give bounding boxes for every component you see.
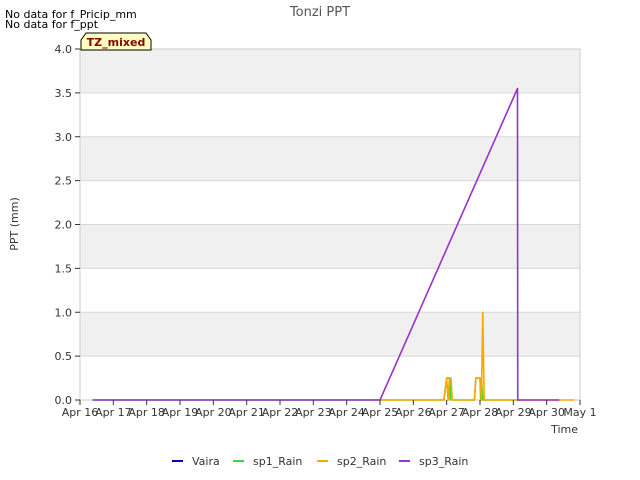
x-tick-label: Apr 22 — [262, 406, 299, 419]
x-tick-label: Apr 30 — [528, 406, 565, 419]
plot-band — [80, 92, 580, 137]
legend-label: sp1_Rain — [253, 455, 302, 468]
y-tick-label: 1.0 — [55, 306, 73, 319]
x-tick-label: Apr 27 — [428, 406, 465, 419]
y-axis-label: PPT (mm) — [8, 197, 21, 251]
chart-canvas: No data for f_Pricip_mm No data for f_pp… — [5, 5, 597, 468]
plot-band — [80, 312, 580, 357]
plot-band — [80, 268, 580, 313]
x-tick-label: Apr 28 — [462, 406, 499, 419]
plot-band — [80, 356, 580, 400]
x-tick-label: Apr 20 — [195, 406, 232, 419]
badge-label: TZ_mixed — [87, 36, 146, 49]
x-tick-label: Apr 25 — [362, 406, 399, 419]
plot-band — [80, 136, 580, 181]
x-tick-label: Apr 18 — [128, 406, 165, 419]
chart-title: Tonzi PPT — [289, 5, 350, 20]
x-tick-label: May 1 — [563, 406, 596, 419]
legend-label: sp3_Rain — [419, 455, 468, 468]
y-tick-label: 0.5 — [55, 350, 73, 363]
y-tick-label: 4.0 — [55, 43, 73, 56]
legend-label: sp2_Rain — [337, 455, 386, 468]
x-tick-label: Apr 23 — [295, 406, 332, 419]
x-tick-label: Apr 26 — [395, 406, 432, 419]
x-axis-ticks: Apr 16Apr 17Apr 18Apr 19Apr 20Apr 21Apr … — [62, 400, 597, 419]
x-tick-label: Apr 21 — [228, 406, 265, 419]
plot-band — [80, 224, 580, 269]
y-tick-label: 3.0 — [55, 131, 73, 144]
x-tick-label: Apr 16 — [62, 406, 99, 419]
x-tick-label: Apr 29 — [495, 406, 532, 419]
y-tick-label: 1.5 — [55, 262, 73, 275]
y-tick-label: 2.0 — [55, 219, 73, 232]
x-tick-label: Apr 17 — [95, 406, 132, 419]
x-tick-label: Apr 19 — [162, 406, 199, 419]
notice-text: No data for f_ppt — [5, 18, 99, 31]
y-axis-ticks: 0.00.51.01.52.02.53.03.54.0 — [55, 43, 80, 407]
no-data-notices: No data for f_Pricip_mm No data for f_pp… — [5, 8, 137, 31]
plot-band — [80, 49, 580, 93]
y-tick-label: 2.5 — [55, 175, 73, 188]
x-tick-label: Apr 24 — [328, 406, 365, 419]
x-axis-label: Time — [550, 423, 578, 436]
legend-label: Vaira — [192, 455, 220, 468]
tz-mixed-badge: TZ_mixed — [80, 32, 152, 51]
y-tick-label: 3.5 — [55, 87, 73, 100]
legend: Vaira sp1_Rain sp2_Rain sp3_Rain — [172, 455, 468, 468]
plot-band — [80, 180, 580, 225]
